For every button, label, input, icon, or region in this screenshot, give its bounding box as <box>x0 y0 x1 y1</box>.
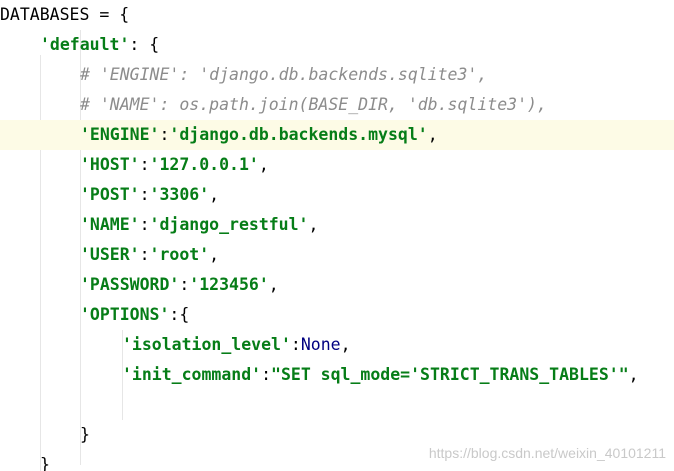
code-token: , <box>209 245 220 264</box>
code-token: , <box>209 185 220 204</box>
code-token: 'USER' <box>80 245 140 264</box>
code-token: 'root' <box>149 245 210 264</box>
code-token: : <box>139 215 150 234</box>
code-token: : <box>261 365 272 384</box>
code-token: 'django.db.backends.mysql' <box>169 125 428 144</box>
code-token: , <box>268 275 279 294</box>
code-token: "SET sql_mode='STRICT_TRANS_TABLES'" <box>271 365 629 384</box>
code-line[interactable]: 'POST':'3306', <box>0 180 674 210</box>
code-token: 'PASSWORD' <box>80 275 180 294</box>
code-token: :{ <box>169 305 190 324</box>
code-line[interactable] <box>0 390 674 420</box>
code-token: : <box>139 155 150 174</box>
code-token: 'django_restful' <box>149 215 309 234</box>
code-line[interactable]: 'init_command':"SET sql_mode='STRICT_TRA… <box>0 360 674 390</box>
code-line[interactable]: # 'NAME': os.path.join(BASE_DIR, 'db.sql… <box>0 90 674 120</box>
code-token: 'OPTIONS' <box>80 305 170 324</box>
code-line[interactable]: # 'ENGINE': 'django.db.backends.sqlite3'… <box>0 60 674 90</box>
code-token: } <box>40 455 50 471</box>
code-token: '3306' <box>149 185 210 204</box>
code-token: 'ENGINE' <box>80 125 160 144</box>
code-line[interactable]: 'NAME':'django_restful', <box>0 210 674 240</box>
code-token: DATABASES = { <box>0 5 130 24</box>
code-token: , <box>628 365 639 384</box>
code-token: 'HOST' <box>80 155 140 174</box>
code-token: # 'NAME': os.path.join(BASE_DIR, 'db.sql… <box>80 95 547 114</box>
code-token: # 'ENGINE': 'django.db.backends.sqlite3'… <box>80 65 488 84</box>
code-token: 'NAME' <box>80 215 140 234</box>
code-line[interactable]: 'HOST':'127.0.0.1', <box>0 150 674 180</box>
code-token: , <box>340 335 351 354</box>
watermark-text: https://blog.csdn.net/weixin_40101211 <box>428 445 666 461</box>
code-token: : <box>139 245 150 264</box>
code-token: , <box>258 155 269 174</box>
code-token: '123456' <box>189 275 269 294</box>
code-line[interactable]: 'PASSWORD':'123456', <box>0 270 674 300</box>
code-line[interactable]: 'ENGINE':'django.db.backends.mysql', <box>0 120 674 150</box>
code-token: , <box>427 125 438 144</box>
code-line[interactable]: 'default': { <box>0 30 674 60</box>
code-token: 'POST' <box>80 185 140 204</box>
code-token: 'isolation_level' <box>122 335 291 354</box>
code-token: None <box>300 335 341 354</box>
code-token: : <box>139 185 150 204</box>
code-token: 'init_command' <box>122 365 262 384</box>
code-editor[interactable]: DATABASES = { 'default': { # 'ENGINE': 'dj… <box>0 0 674 471</box>
code-line[interactable]: 'USER':'root', <box>0 240 674 270</box>
code-token: 'default' <box>40 35 130 54</box>
code-line[interactable]: DATABASES = { <box>0 0 674 30</box>
code-token: : <box>179 275 190 294</box>
code-token: '127.0.0.1' <box>149 155 259 174</box>
code-token: : { <box>129 35 160 54</box>
code-token: : <box>290 335 301 354</box>
code-token: : <box>159 125 170 144</box>
code-token: , <box>308 215 319 234</box>
code-line[interactable]: 'isolation_level':None, <box>0 330 674 360</box>
code-line[interactable]: 'OPTIONS':{ <box>0 300 674 330</box>
code-token: } <box>80 425 90 444</box>
